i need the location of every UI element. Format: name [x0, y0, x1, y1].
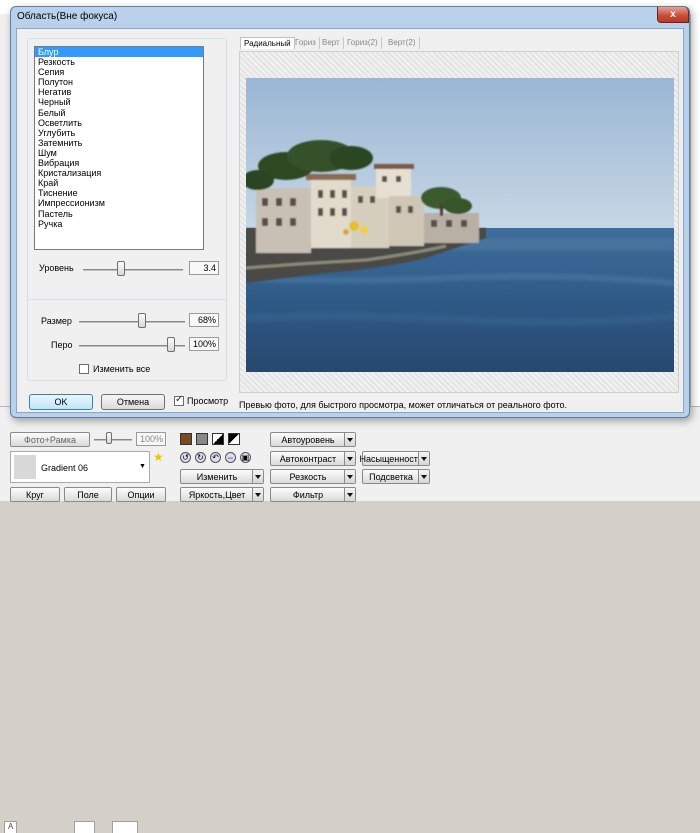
effect-list-item[interactable]: Импрессионизм — [35, 198, 203, 208]
rotate-left-icon[interactable]: ↺ — [180, 452, 191, 463]
circle-button[interactable]: Круг — [10, 487, 60, 502]
background-right-panel — [690, 14, 700, 444]
feather-label: Перо — [51, 340, 73, 350]
effect-list-item[interactable]: Негатив — [35, 87, 203, 97]
background-tab[interactable] — [74, 821, 96, 833]
effect-list-item[interactable]: Кристализация — [35, 168, 203, 178]
crop-icon[interactable]: ▣ — [240, 452, 251, 463]
preview-tab[interactable]: Радиальный — [240, 37, 295, 49]
effect-list-item[interactable]: Черный — [35, 97, 203, 107]
cancel-button[interactable]: Отмена — [101, 394, 165, 410]
size-slider-track[interactable] — [79, 321, 185, 323]
effect-list-item[interactable]: Углубить — [35, 128, 203, 138]
level-label: Уровень — [39, 263, 74, 273]
brightness-color-button[interactable]: Яркость,Цвет — [180, 487, 264, 502]
preview-frame — [239, 51, 679, 393]
preview-tab[interactable]: Гориз(2) — [344, 37, 382, 49]
background-tab[interactable] — [112, 821, 138, 833]
effect-list-item[interactable]: Ручка — [35, 219, 203, 229]
preview-caption: Превью фото, для быстрого просмотра, мож… — [239, 400, 568, 410]
options-button[interactable]: Опции — [116, 487, 166, 502]
color-swatch[interactable] — [228, 433, 240, 445]
change-button[interactable]: Изменить — [180, 469, 264, 484]
background-slider-track[interactable] — [94, 439, 132, 441]
size-slider-thumb[interactable] — [138, 313, 146, 328]
field-button[interactable]: Поле — [64, 487, 112, 502]
filter-button[interactable]: Фильтр — [270, 487, 356, 502]
effect-list-item[interactable]: Вибрация — [35, 158, 203, 168]
rotate-right-icon[interactable]: ↻ — [195, 452, 206, 463]
background-slider-thumb[interactable] — [106, 432, 112, 444]
effect-list-item[interactable]: Блур — [35, 47, 203, 58]
color-swatch[interactable] — [180, 433, 192, 445]
color-swatch[interactable] — [196, 433, 208, 445]
effect-list-item[interactable]: Белый — [35, 108, 203, 118]
effects-list[interactable]: Блур Резкость Сепия Полутон Негатив Черный Бел… — [34, 46, 204, 250]
level-slider-thumb[interactable] — [117, 261, 125, 276]
level-slider-track[interactable] — [83, 269, 183, 271]
coastal-town-photo — [246, 78, 674, 372]
feather-value[interactable]: 100% — [189, 337, 219, 351]
effect-list-item[interactable]: Сепия — [35, 67, 203, 77]
dialog-client-area: Блур Резкость Сепия Полутон Негатив Черный Бел… — [16, 28, 684, 413]
undo-icon[interactable]: ↶ — [210, 452, 221, 463]
chevron-down-icon: ▼ — [139, 463, 146, 470]
background-tab[interactable]: A — [4, 821, 18, 833]
preview-photo — [246, 78, 674, 372]
preview-toggle-label: Просмотр — [187, 396, 229, 406]
preview-tab[interactable]: Верт(2) — [385, 37, 420, 49]
gradient-thumbnail — [14, 455, 36, 479]
background-toolbar: A Фото+Рамка 100% Gradient 06 ▼ ★ Круг П… — [0, 406, 700, 833]
focus-area-dialog: Область(Вне фокуса) x Блур Резкость Сепия П… — [10, 6, 690, 418]
preview-checkbox[interactable] — [174, 394, 184, 406]
highlight-button[interactable]: Подсветка — [362, 469, 430, 484]
ok-button[interactable]: OK — [29, 394, 93, 410]
color-swatch[interactable] — [212, 433, 224, 445]
effect-list-item[interactable]: Тиснение — [35, 188, 203, 198]
effect-list-item[interactable]: Осветлить — [35, 118, 203, 128]
size-value[interactable]: 68% — [189, 313, 219, 327]
effect-list-item[interactable]: Резкость — [35, 57, 203, 67]
star-icon[interactable]: ★ — [153, 450, 164, 464]
saturation-button[interactable]: Насыщенность — [359, 451, 430, 466]
dialog-title: Область(Вне фокуса) — [17, 11, 118, 22]
effect-list-item[interactable]: Пастель — [35, 209, 203, 219]
feather-slider-thumb[interactable] — [167, 337, 175, 352]
auto-level-button[interactable]: Автоуровень — [270, 432, 356, 447]
size-label: Размер — [41, 316, 72, 326]
effect-list-item[interactable]: Затемнить — [35, 138, 203, 148]
close-button[interactable]: x — [657, 7, 689, 23]
sharpness-button[interactable]: Резкость — [270, 469, 356, 484]
flip-icon[interactable]: ⇔ — [225, 452, 236, 463]
photo-frame-button[interactable]: Фото+Рамка — [10, 432, 90, 447]
effect-list-item[interactable]: Край — [35, 178, 203, 188]
background-percent-box[interactable]: 100% — [136, 432, 166, 446]
effect-list-item[interactable]: Шум — [35, 148, 203, 158]
auto-contrast-button[interactable]: Автоконтраст — [270, 451, 356, 466]
preview-tab[interactable]: Верт — [319, 37, 344, 49]
change-all-checkbox[interactable] — [79, 364, 89, 374]
gradient-select[interactable]: Gradient 06 ▼ — [10, 451, 150, 483]
preview-tab[interactable]: Гориз — [292, 37, 320, 49]
level-value[interactable]: 3.4 — [189, 261, 219, 275]
close-icon: x — [670, 9, 676, 20]
change-all-label: Изменить все — [93, 364, 151, 374]
gradient-label: Gradient 06 — [41, 463, 89, 473]
effect-list-item[interactable]: Полутон — [35, 77, 203, 87]
